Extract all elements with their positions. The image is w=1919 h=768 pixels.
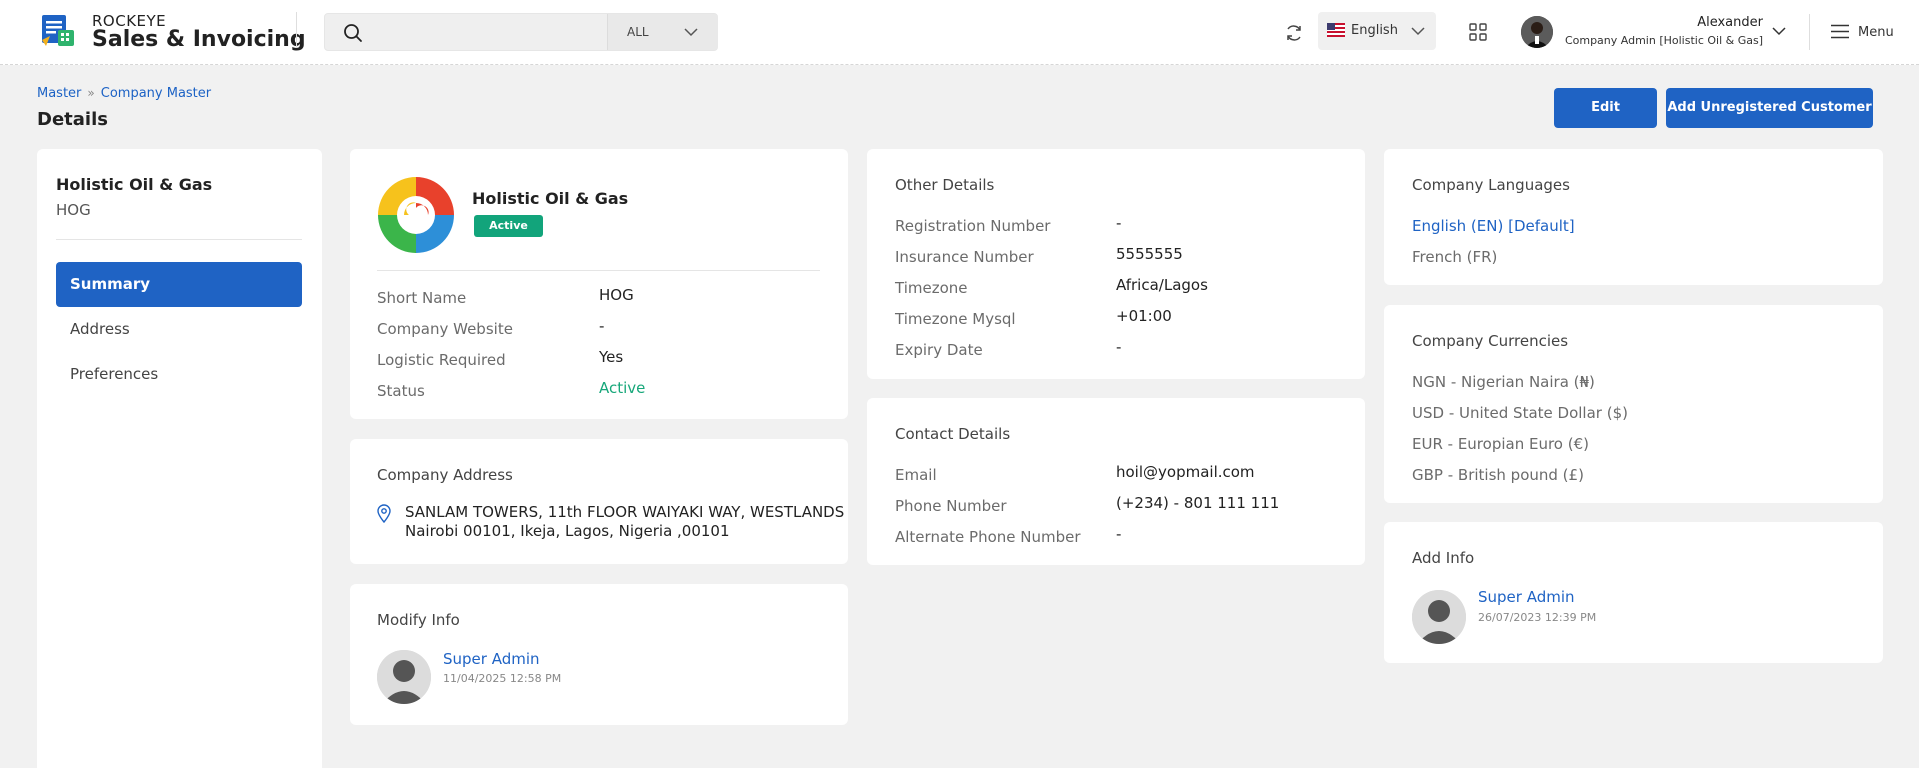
chevron-down-icon[interactable] [1772, 27, 1786, 36]
modify-info-card: Modify Info Super Admin 11/04/2025 12:58… [350, 584, 848, 725]
add-unregistered-customer-button[interactable]: Add Unregistered Customer [1666, 88, 1873, 128]
other-details-title: Other Details [895, 176, 995, 194]
company-languages-card: Company Languages English (EN) [Default]… [1384, 149, 1883, 285]
company-sidebar: Holistic Oil & Gas HOG Summary Address P… [37, 149, 322, 768]
currency-ngn: NGN - Nigerian Naira (₦) [1412, 373, 1595, 391]
modifier-name[interactable]: Super Admin [443, 650, 540, 668]
sidebar-item-summary[interactable]: Summary [56, 262, 302, 307]
language-selector[interactable]: English [1318, 12, 1436, 50]
chevron-right-icon: » [87, 86, 95, 100]
currency-usd: USD - United State Dollar ($) [1412, 404, 1628, 422]
user-photo-icon [1521, 16, 1553, 48]
timezone-value: Africa/Lagos [1116, 276, 1208, 294]
modify-date: 11/04/2025 12:58 PM [443, 672, 562, 685]
company-currencies-title: Company Currencies [1412, 332, 1569, 350]
search-icon[interactable] [343, 23, 363, 43]
status-value: Active [599, 379, 646, 397]
edit-button[interactable]: Edit [1554, 88, 1657, 128]
refresh-icon[interactable] [1284, 23, 1304, 43]
phone-number-value: (+234) - 801 111 111 [1116, 494, 1280, 512]
company-website-value: - [599, 317, 605, 335]
registration-number-value: - [1116, 214, 1122, 232]
hamburger-menu-icon[interactable] [1831, 24, 1849, 39]
modifier-avatar [377, 650, 431, 704]
page-title: Details [37, 109, 108, 130]
user-role: Company Admin [Holistic Oil & Gas] [1564, 34, 1763, 47]
user-name[interactable]: Alexander [1697, 15, 1763, 30]
invoice-logo-icon [42, 15, 74, 46]
user-placeholder-icon [377, 650, 431, 704]
status-badge: Active [474, 215, 543, 237]
company-logo-icon [378, 177, 454, 253]
other-details-card: Other Details Registration Number - Insu… [867, 149, 1365, 379]
logistic-required-value: Yes [599, 348, 624, 366]
expiry-date-label: Expiry Date [895, 341, 983, 359]
global-search: ALL [324, 13, 718, 51]
phone-number-label: Phone Number [895, 497, 1007, 515]
search-filter-label: ALL [627, 25, 649, 39]
company-currencies-card: Company Currencies NGN - Nigerian Naira … [1384, 305, 1883, 503]
expiry-date-value: - [1116, 338, 1122, 356]
timezone-mysql-value: +01:00 [1116, 307, 1172, 325]
company-address-card: Company Address SANLAM TOWERS, 11th FLOO… [350, 439, 848, 564]
insurance-number-label: Insurance Number [895, 248, 1034, 266]
timezone-mysql-label: Timezone Mysql [895, 310, 1016, 328]
header-divider [296, 12, 297, 48]
language-label: English [1351, 23, 1398, 38]
insurance-number-value: 5555555 [1116, 245, 1183, 263]
chevron-down-icon [684, 28, 698, 37]
user-placeholder-icon [1412, 590, 1466, 644]
breadcrumb-company-master[interactable]: Company Master [101, 86, 211, 101]
short-name-label: Short Name [377, 289, 467, 307]
email-label: Email [895, 466, 937, 484]
company-address-title: Company Address [377, 466, 513, 484]
creator-avatar [1412, 590, 1466, 644]
creator-name[interactable]: Super Admin [1478, 588, 1575, 606]
add-date: 26/07/2023 12:39 PM [1478, 611, 1597, 624]
sidebar-divider [56, 239, 302, 240]
address-line-2: Nairobi 00101, Ikeja, Lagos, Nigeria ,00… [405, 522, 730, 540]
logistic-required-label: Logistic Required [377, 351, 506, 369]
sidebar-company-short-name: HOG [56, 201, 91, 219]
search-filter-dropdown[interactable]: ALL [607, 14, 718, 50]
sidebar-item-preferences[interactable]: Preferences [56, 352, 302, 397]
alternate-phone-value: - [1116, 525, 1122, 543]
breadcrumb-master[interactable]: Master [37, 86, 81, 101]
company-summary-card: Holistic Oil & Gas Active Short Name HOG… [350, 149, 848, 419]
language-french: French (FR) [1412, 248, 1498, 266]
contact-details-title: Contact Details [895, 425, 1011, 443]
registration-number-label: Registration Number [895, 217, 1051, 235]
address-line-1: SANLAM TOWERS, 11th FLOOR WAIYAKI WAY, W… [405, 503, 845, 521]
timezone-label: Timezone [895, 279, 968, 297]
add-info-title: Add Info [1412, 549, 1475, 567]
company-languages-title: Company Languages [1412, 176, 1570, 194]
contact-details-card: Contact Details Email hoil@yopmail.com P… [867, 398, 1365, 565]
sidebar-company-name: Holistic Oil & Gas [56, 175, 213, 194]
status-label: Status [377, 382, 425, 400]
currency-eur: EUR - Europian Euro (€) [1412, 435, 1589, 453]
short-name-value: HOG [599, 286, 634, 304]
top-header: ROCKEYE Sales & Invoicing ALL English Al… [0, 0, 1919, 65]
location-pin-icon [377, 504, 391, 523]
brand-name[interactable]: Sales & Invoicing [92, 27, 306, 52]
card-divider [377, 270, 820, 271]
user-avatar[interactable] [1521, 16, 1553, 48]
menu-label[interactable]: Menu [1858, 25, 1894, 40]
currency-gbp: GBP - British pound (£) [1412, 466, 1584, 484]
header-divider [1809, 14, 1810, 50]
us-flag-icon [1327, 23, 1345, 37]
breadcrumb: Master » Company Master [37, 86, 211, 101]
search-input[interactable] [375, 14, 625, 50]
alternate-phone-label: Alternate Phone Number [895, 528, 1081, 546]
company-name: Holistic Oil & Gas [472, 189, 629, 208]
add-info-card: Add Info Super Admin 26/07/2023 12:39 PM [1384, 522, 1883, 663]
modify-info-title: Modify Info [377, 611, 460, 629]
language-english: English (EN) [Default] [1412, 217, 1575, 235]
email-value[interactable]: hoil@yopmail.com [1116, 463, 1255, 481]
company-website-label: Company Website [377, 320, 513, 338]
chevron-down-icon [1411, 27, 1425, 36]
apps-grid-icon[interactable] [1469, 23, 1487, 41]
sidebar-item-address[interactable]: Address [56, 307, 302, 352]
